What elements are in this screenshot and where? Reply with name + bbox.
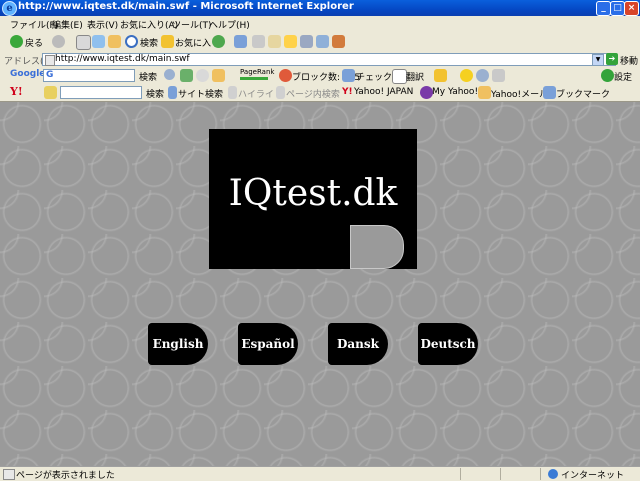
tools-icon[interactable] — [332, 35, 345, 48]
messenger-icon[interactable] — [284, 35, 297, 48]
no-icon[interactable] — [196, 69, 209, 82]
pagerank-bar — [240, 77, 268, 80]
magnifier-icon[interactable] — [164, 69, 175, 80]
address-dropdown-icon[interactable]: ▼ — [592, 54, 604, 66]
yahoo-japan-icon[interactable]: Y! — [342, 87, 353, 97]
yahoo-mail-link[interactable]: Yahoo!メール — [491, 87, 548, 100]
translate-button[interactable]: 翻訳 — [406, 70, 424, 83]
yahoo-mail-icon[interactable] — [478, 86, 491, 99]
address-input[interactable]: http://www.iqtest.dk/main.swf — [42, 53, 616, 66]
in-page-search-icon[interactable] — [276, 86, 285, 99]
forward-icon[interactable] — [52, 35, 65, 48]
gmail-icon[interactable] — [212, 69, 225, 82]
menu-edit[interactable]: 編集(E) — [52, 18, 83, 31]
close-button[interactable]: × — [624, 1, 639, 16]
yahoo-search-input[interactable] — [60, 86, 142, 99]
search-button-label[interactable]: 検索 — [140, 36, 158, 49]
print-icon[interactable] — [252, 35, 265, 48]
dansk-button[interactable]: Dansk — [328, 323, 388, 365]
check-button[interactable]: チェック — [356, 70, 392, 83]
menu-bar: ファイル(F) 編集(E) 表示(V) お気に入り(A) ツール(T) ヘルプ(… — [0, 16, 640, 32]
menu-favorites[interactable]: お気に入り(A) — [120, 18, 178, 31]
in-page-search-button[interactable]: ページ内検索 — [286, 87, 340, 100]
site-search-icon[interactable] — [168, 86, 177, 99]
go-button-label[interactable]: 移動 — [620, 54, 638, 67]
favorites-star-icon[interactable] — [161, 35, 174, 48]
logo-panel: IQtest.dk — [209, 129, 417, 269]
settings-icon[interactable] — [601, 69, 614, 82]
menu-view[interactable]: 表示(V) — [87, 18, 118, 31]
google-logo[interactable]: Google — [10, 69, 45, 79]
images-icon[interactable] — [180, 69, 193, 82]
yahoo-japan-link[interactable]: Yahoo! JAPAN — [354, 87, 413, 97]
address-bar: アドレス(D) http://www.iqtest.dk/main.swf ▼ … — [0, 52, 640, 68]
spellcheck-icon[interactable] — [342, 69, 355, 82]
espanol-button[interactable]: Español — [238, 323, 298, 365]
refresh-icon[interactable] — [92, 35, 105, 48]
address-url: http://www.iqtest.dk/main.swf — [55, 54, 190, 64]
status-divider — [500, 468, 501, 480]
highlight-icon[interactable] — [228, 86, 237, 99]
ie-logo-icon: e — [2, 1, 17, 16]
maximize-button[interactable]: □ — [610, 1, 625, 16]
standard-toolbar: 戻る 検索 お気に入り — [0, 31, 640, 53]
status-divider — [460, 468, 461, 480]
translate-icon[interactable] — [392, 69, 407, 84]
options-icon[interactable] — [476, 69, 489, 82]
google-search-button[interactable]: 検索 — [139, 70, 157, 83]
english-button[interactable]: English — [148, 323, 208, 365]
home-icon[interactable] — [108, 35, 121, 48]
page-loaded-icon — [3, 469, 15, 480]
menu-tools[interactable]: ツール(T) — [172, 18, 212, 31]
my-yahoo-link[interactable]: My Yahoo! — [432, 87, 478, 97]
back-button-label[interactable]: 戻る — [25, 36, 43, 49]
back-icon[interactable] — [10, 35, 23, 48]
google-toolbar: Google G 検索 PageRank ブロック数: 115 チェック 翻訳 … — [0, 67, 640, 85]
settings-button[interactable]: 設定 — [614, 70, 632, 83]
security-zone-label: インターネット — [561, 471, 625, 481]
edit-icon[interactable] — [268, 35, 281, 48]
history-icon[interactable] — [212, 35, 225, 48]
go-arrow-icon[interactable]: ➔ — [606, 53, 618, 65]
smiley-icon[interactable] — [460, 69, 473, 82]
status-divider — [540, 468, 541, 480]
page-content: IQtest.dk English Español Dansk Deutsch — [0, 102, 640, 466]
popup-blocker-icon[interactable] — [279, 69, 292, 82]
menu-file[interactable]: ファイル(F) — [10, 18, 58, 31]
yahoo-logo[interactable]: Y! — [10, 85, 23, 98]
clip-icon[interactable] — [492, 69, 505, 82]
site-search-button[interactable]: サイト検索 — [178, 87, 223, 100]
deutsch-button[interactable]: Deutsch — [418, 323, 478, 365]
google-g-icon: G — [46, 70, 54, 80]
autofill-icon[interactable] — [434, 69, 447, 82]
site-logo: IQtest.dk — [228, 173, 398, 214]
bookmark-icon[interactable] — [543, 86, 556, 99]
decorative-tab — [350, 225, 404, 269]
menu-help[interactable]: ヘルプ(H) — [209, 18, 250, 31]
mail-icon[interactable] — [234, 35, 247, 48]
window-title: http://www.iqtest.dk/main.swf - Microsof… — [18, 1, 354, 12]
page-icon — [45, 55, 55, 66]
discuss-icon[interactable] — [316, 35, 329, 48]
title-bar: e http://www.iqtest.dk/main.swf - Micros… — [0, 0, 640, 16]
minimize-button[interactable]: _ — [596, 1, 611, 16]
google-search-input[interactable]: G — [43, 69, 135, 82]
status-text: ページが表示されました — [16, 471, 115, 481]
research-icon[interactable] — [300, 35, 313, 48]
pagerank-label: PageRank — [240, 68, 275, 76]
internet-zone-icon — [548, 469, 558, 479]
pencil-icon[interactable] — [44, 86, 57, 99]
bookmarks-link[interactable]: ブックマーク — [556, 87, 610, 100]
stop-icon[interactable] — [76, 35, 91, 50]
status-bar: ページが表示されました インターネット — [0, 466, 640, 481]
search-icon[interactable] — [125, 35, 138, 48]
yahoo-search-button[interactable]: 検索 — [146, 87, 164, 100]
yahoo-toolbar: Y! 検索 サイト検索 ハイライト ページ内検索 Y! Yahoo! JAPAN… — [0, 84, 640, 102]
